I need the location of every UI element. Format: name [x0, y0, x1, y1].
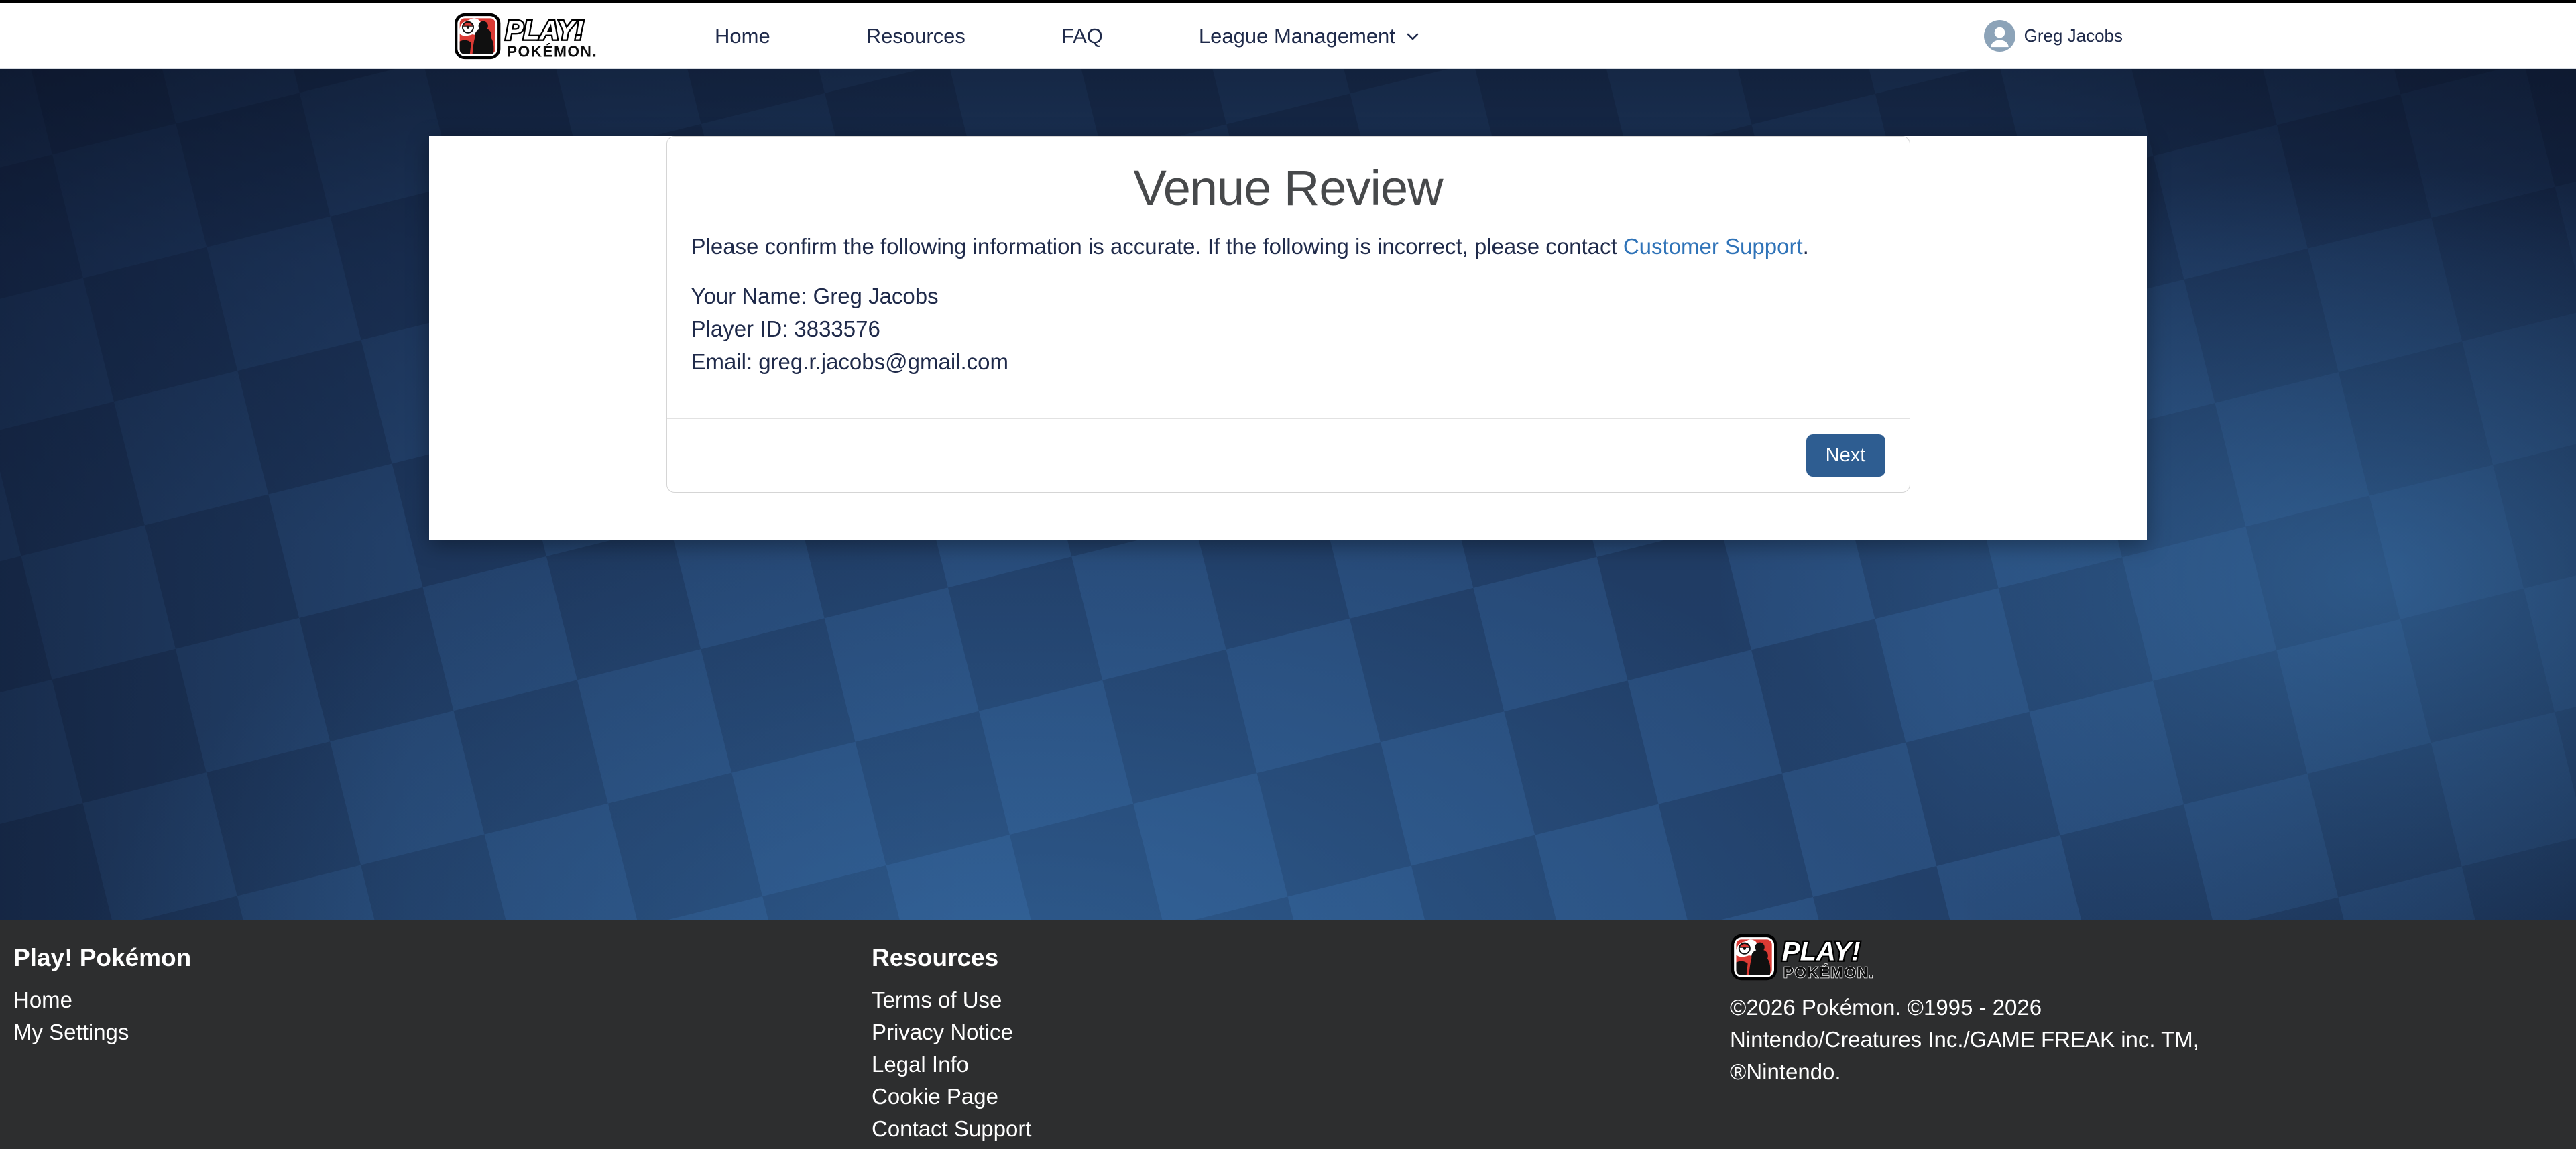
logo-play-text: PLAY! — [506, 15, 584, 45]
nav-resources[interactable]: Resources — [866, 24, 965, 48]
user-avatar-icon — [1984, 20, 2015, 52]
site-header: PLAY! POKÉMON. Home Resources FAQ League… — [0, 3, 2576, 69]
main-nav: Home Resources FAQ League Management — [715, 24, 1422, 48]
info-email-label: Email: — [691, 349, 753, 374]
footer-column-play-pokemon: Play! Pokémon Home My Settings — [13, 932, 872, 1149]
footer-column-resources: Resources Terms of Use Privacy Notice Le… — [872, 932, 1730, 1149]
nav-faq[interactable]: FAQ — [1061, 24, 1103, 48]
info-your-name-value: Greg Jacobs — [813, 284, 939, 308]
info-email: Email:greg.r.jacobs@gmail.com — [691, 345, 1885, 378]
info-player-id-value: 3833576 — [794, 316, 880, 341]
page-title: Venue Review — [667, 160, 1910, 217]
chevron-down-icon — [1403, 27, 1422, 46]
footer-heading-resources: Resources — [872, 943, 1730, 973]
play-pokemon-logo-graphic: PLAY! POKÉMON. — [453, 11, 656, 61]
footer-link-legal-info[interactable]: Legal Info — [872, 1053, 1730, 1075]
nav-league-management[interactable]: League Management — [1199, 24, 1422, 48]
info-player-id-label: Player ID: — [691, 316, 788, 341]
confirm-text: Please confirm the following information… — [691, 234, 1623, 259]
footer-link-contact-support[interactable]: Contact Support — [872, 1117, 1730, 1140]
user-name: Greg Jacobs — [2024, 25, 2123, 46]
footer-column-brand: PLAY! POKÉMON. ©2026 Pokémon. ©1995 - 20… — [1730, 932, 2226, 1149]
logo-pokemon-text: POKÉMON. — [507, 42, 597, 60]
next-button[interactable]: Next — [1806, 434, 1885, 477]
customer-support-link[interactable]: Customer Support — [1623, 234, 1803, 259]
copyright-line-1: ©2026 Pokémon. ©1995 - 2026 — [1730, 991, 2226, 1024]
footer-link-home[interactable]: Home — [13, 989, 872, 1011]
header-inner: PLAY! POKÉMON. Home Resources FAQ League… — [429, 3, 2147, 68]
footer-heading-play-pokemon: Play! Pokémon — [13, 943, 872, 973]
footer-link-my-settings[interactable]: My Settings — [13, 1021, 872, 1043]
venue-review-card: Venue Review Please confirm the followin… — [666, 136, 1910, 493]
copyright-line-2: Nintendo/Creatures Inc./GAME FREAK inc. … — [1730, 1024, 2226, 1056]
footer-link-terms-of-use[interactable]: Terms of Use — [872, 989, 1730, 1011]
card-footer: Next — [667, 418, 1910, 492]
main-background: Venue Review Please confirm the followin… — [0, 69, 2576, 920]
copyright-text: ©2026 Pokémon. ©1995 - 2026 Nintendo/Cre… — [1730, 991, 2226, 1088]
info-your-name: Your Name:Greg Jacobs — [691, 280, 1885, 312]
footer-link-cookie-page[interactable]: Cookie Page — [872, 1085, 1730, 1107]
footer-logo-play-text: PLAY! — [1782, 937, 1861, 967]
info-email-value: greg.r.jacobs@gmail.com — [758, 349, 1008, 374]
nav-league-management-label: League Management — [1199, 24, 1395, 48]
player-info: Your Name:Greg Jacobs Player ID:3833576 … — [691, 280, 1885, 378]
nav-home[interactable]: Home — [715, 24, 770, 48]
play-pokemon-logo[interactable]: PLAY! POKÉMON. — [453, 11, 656, 61]
confirm-text-period: . — [1803, 234, 1809, 259]
page: PLAY! POKÉMON. Home Resources FAQ League… — [0, 0, 2576, 1149]
info-player-id: Player ID:3833576 — [691, 312, 1885, 345]
user-menu[interactable]: Greg Jacobs — [1984, 20, 2123, 52]
footer-link-privacy-notice[interactable]: Privacy Notice — [872, 1021, 1730, 1043]
content-container: Venue Review Please confirm the followin… — [429, 136, 2147, 540]
confirm-paragraph: Please confirm the following information… — [691, 234, 1885, 259]
footer-logo-pokemon-text: POKÉMON. — [1783, 963, 1874, 981]
copyright-line-3: ®Nintendo. — [1730, 1056, 2226, 1088]
footer-play-pokemon-logo: PLAY! POKÉMON. — [1730, 932, 1932, 983]
info-your-name-label: Your Name: — [691, 284, 807, 308]
site-footer: Play! Pokémon Home My Settings Resources… — [0, 920, 2576, 1149]
